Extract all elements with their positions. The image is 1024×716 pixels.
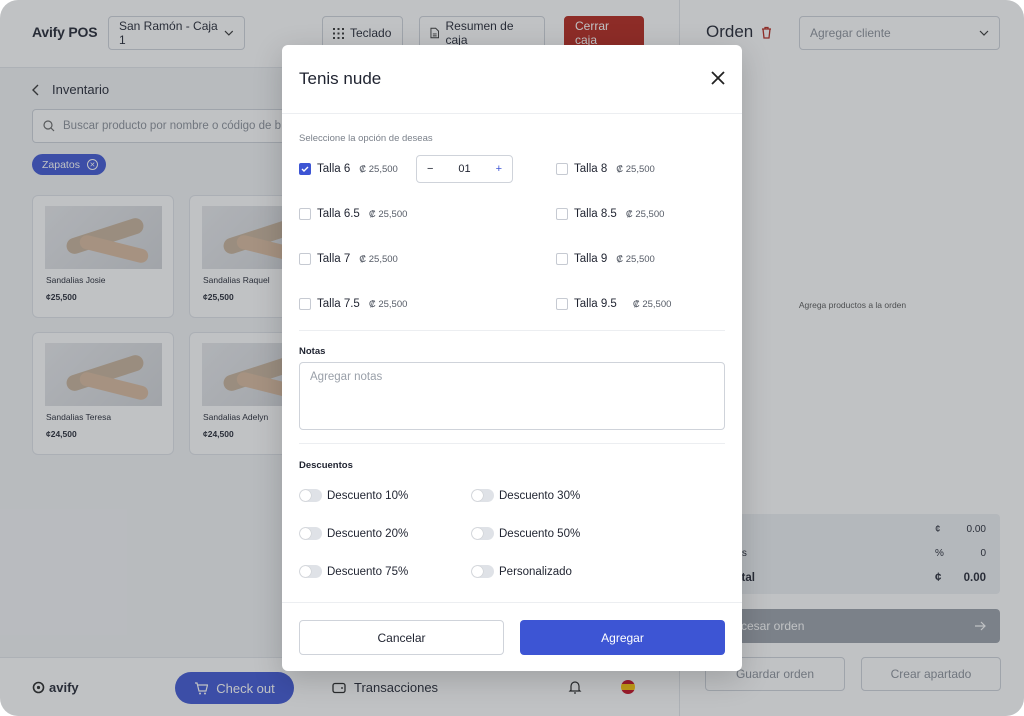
size-price: ₡ 25,500 <box>359 163 398 175</box>
discount-toggle[interactable]: Personalizado <box>471 565 572 578</box>
size-price: ₡ 25,500 <box>632 298 672 310</box>
toggle-switch[interactable] <box>471 489 494 502</box>
size-label: Talla 9 <box>574 253 608 265</box>
toggle-switch[interactable] <box>471 565 494 578</box>
checkbox[interactable] <box>556 253 568 265</box>
size-option[interactable]: Talla 9 ₡ 25,500 <box>556 249 655 269</box>
discount-toggle[interactable]: Descuento 75% <box>299 565 408 578</box>
divider <box>282 113 742 114</box>
toggle-switch[interactable] <box>299 489 322 502</box>
size-price: ₡ 25,500 <box>616 163 655 175</box>
discount-label: Personalizado <box>499 565 572 578</box>
size-price: ₡ 25,500 <box>359 253 398 265</box>
divider <box>282 602 742 603</box>
plus-icon[interactable]: + <box>496 163 502 175</box>
checkbox[interactable] <box>299 208 311 220</box>
size-label: Talla 6 <box>317 163 351 175</box>
size-option[interactable]: Talla 6 ₡ 25,500 <box>299 159 398 179</box>
size-option[interactable]: Talla 7 ₡ 25,500 <box>299 249 398 269</box>
toggle-switch[interactable] <box>299 527 322 540</box>
discounts-label: Descuentos <box>299 460 353 471</box>
discount-label: Descuento 30% <box>499 489 581 502</box>
size-price: ₡ 25,500 <box>616 253 655 265</box>
discount-toggle[interactable]: Descuento 20% <box>299 527 408 540</box>
checkbox[interactable] <box>556 163 568 175</box>
modal-title: Tenis nude <box>299 69 382 88</box>
size-label: Talla 7 <box>317 253 351 265</box>
checkbox-checked[interactable] <box>299 163 311 175</box>
discount-label: Descuento 20% <box>327 527 409 540</box>
discount-toggle[interactable]: Descuento 50% <box>471 527 580 540</box>
discount-toggle[interactable]: Descuento 30% <box>471 489 580 502</box>
size-option[interactable]: Talla 6.5 ₡ 25,500 <box>299 204 407 224</box>
toggle-switch[interactable] <box>299 565 322 578</box>
cancel-button[interactable]: Cancelar <box>299 620 504 655</box>
checkbox[interactable] <box>299 253 311 265</box>
size-option[interactable]: Talla 8.5 ₡ 25,500 <box>556 204 664 224</box>
check-icon <box>301 166 309 172</box>
notes-textarea[interactable]: Agregar notas <box>299 362 725 430</box>
notes-label: Notas <box>299 346 326 357</box>
quantity-value: 01 <box>458 163 471 175</box>
divider <box>299 443 725 444</box>
size-option[interactable]: Talla 9.5 ₡ 25,500 <box>556 294 671 314</box>
size-price: ₡ 25,500 <box>625 208 665 220</box>
add-button[interactable]: Agregar <box>520 620 725 655</box>
size-label: Talla 8 <box>574 163 608 175</box>
size-price: ₡ 25,500 <box>368 208 408 220</box>
size-option[interactable]: Talla 7.5 ₡ 25,500 <box>299 294 407 314</box>
divider <box>299 330 725 331</box>
discount-label: Descuento 50% <box>499 527 581 540</box>
discount-label: Descuento 75% <box>327 565 409 578</box>
minus-icon[interactable]: − <box>427 163 433 175</box>
product-options-modal: Tenis nude Seleccione la opción de desea… <box>282 45 742 671</box>
size-label: Talla 7.5 <box>317 298 360 310</box>
size-label: Talla 6.5 <box>317 208 360 220</box>
modal-subtitle: Seleccione la opción de deseas <box>299 133 433 144</box>
checkbox[interactable] <box>556 208 568 220</box>
size-price: ₡ 25,500 <box>368 298 408 310</box>
size-label: Talla 8.5 <box>574 208 617 220</box>
size-option[interactable]: Talla 8 ₡ 25,500 <box>556 159 655 179</box>
discount-toggle[interactable]: Descuento 10% <box>299 489 408 502</box>
checkbox[interactable] <box>299 298 311 310</box>
close-icon[interactable] <box>709 69 727 87</box>
toggle-switch[interactable] <box>471 527 494 540</box>
discount-label: Descuento 10% <box>327 489 409 502</box>
size-label: Talla 9.5 <box>574 298 617 310</box>
quantity-stepper[interactable]: − 01 + <box>416 155 513 183</box>
pos-app: Avify POS San Ramón - Caja 1 Teclado Res… <box>0 0 1024 716</box>
checkbox[interactable] <box>556 298 568 310</box>
